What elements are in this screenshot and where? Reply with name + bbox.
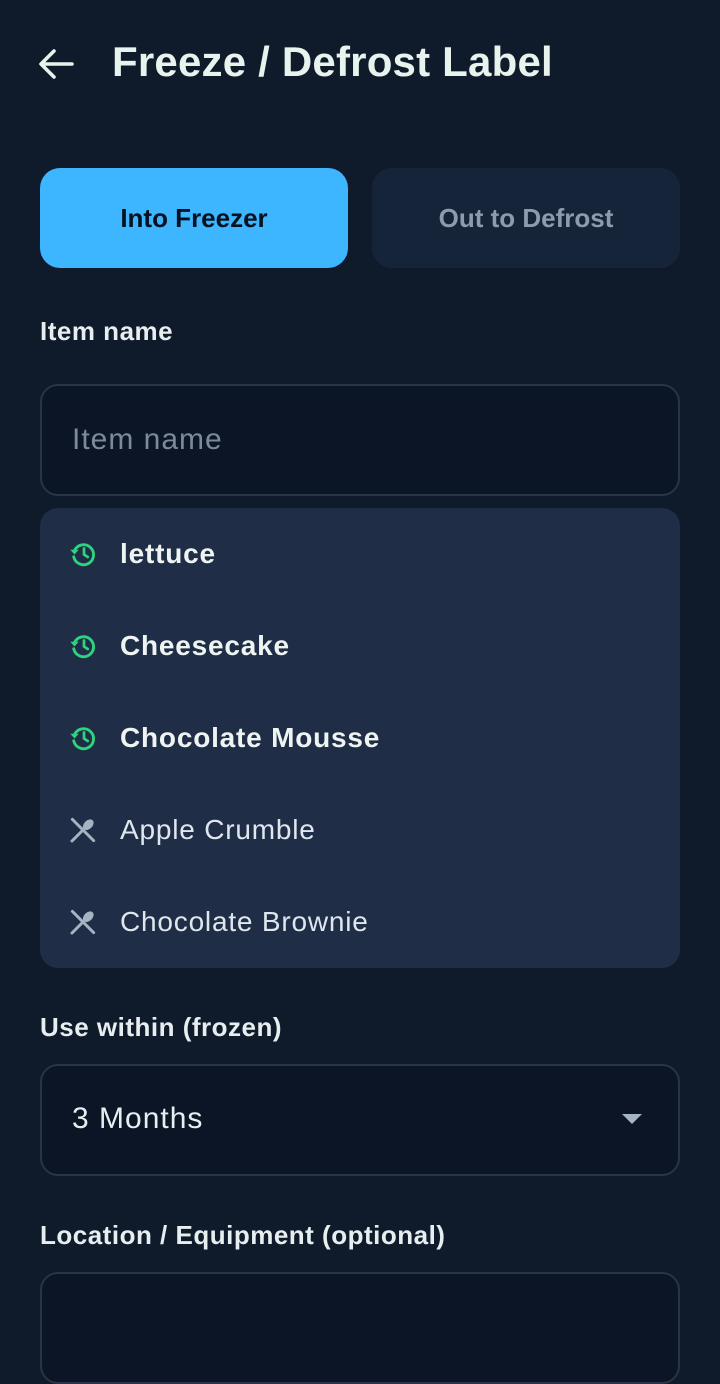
use-within-value: 3 Months — [72, 1102, 204, 1135]
suggestion-label: lettuce — [120, 538, 216, 569]
suggestion-item[interactable]: Chocolate Brownie — [40, 876, 680, 968]
suggestion-item[interactable]: lettuce — [40, 508, 680, 600]
suggestion-item[interactable]: Chocolate Mousse — [40, 692, 680, 784]
mode-toggle: Into Freezer Out to Defrost — [40, 168, 680, 268]
history-icon — [70, 635, 95, 659]
item-name-label: Item name — [40, 316, 174, 346]
item-name-input[interactable] — [40, 384, 680, 496]
suggestion-item[interactable]: Cheesecake — [40, 600, 680, 692]
utensils-icon — [70, 817, 96, 843]
back-button[interactable] — [30, 40, 82, 88]
location-label: Location / Equipment (optional) — [40, 1220, 446, 1250]
history-icon — [70, 727, 95, 751]
suggestion-item[interactable]: Apple Crumble — [40, 784, 680, 876]
suggestion-label: Chocolate Brownie — [120, 906, 369, 937]
suggestion-label: Chocolate Mousse — [120, 722, 381, 753]
arrow-left-icon — [39, 49, 74, 79]
into-freezer-button[interactable]: Into Freezer — [40, 168, 348, 268]
page-title: Freeze / Defrost Label — [112, 38, 553, 85]
caret-down-icon — [622, 1114, 642, 1124]
suggestion-list: lettuce Cheesecake Chocolate Mousse Appl… — [40, 508, 680, 968]
history-icon — [70, 543, 95, 567]
suggestion-label: Apple Crumble — [120, 814, 316, 845]
app-header: Freeze / Defrost Label — [0, 0, 720, 130]
utensils-icon — [70, 909, 96, 935]
location-input[interactable] — [40, 1272, 680, 1384]
out-to-defrost-button[interactable]: Out to Defrost — [372, 168, 680, 268]
use-within-label: Use within (frozen) — [40, 1012, 283, 1042]
use-within-select[interactable]: 3 Months — [40, 1064, 680, 1176]
suggestion-label: Cheesecake — [120, 630, 290, 661]
